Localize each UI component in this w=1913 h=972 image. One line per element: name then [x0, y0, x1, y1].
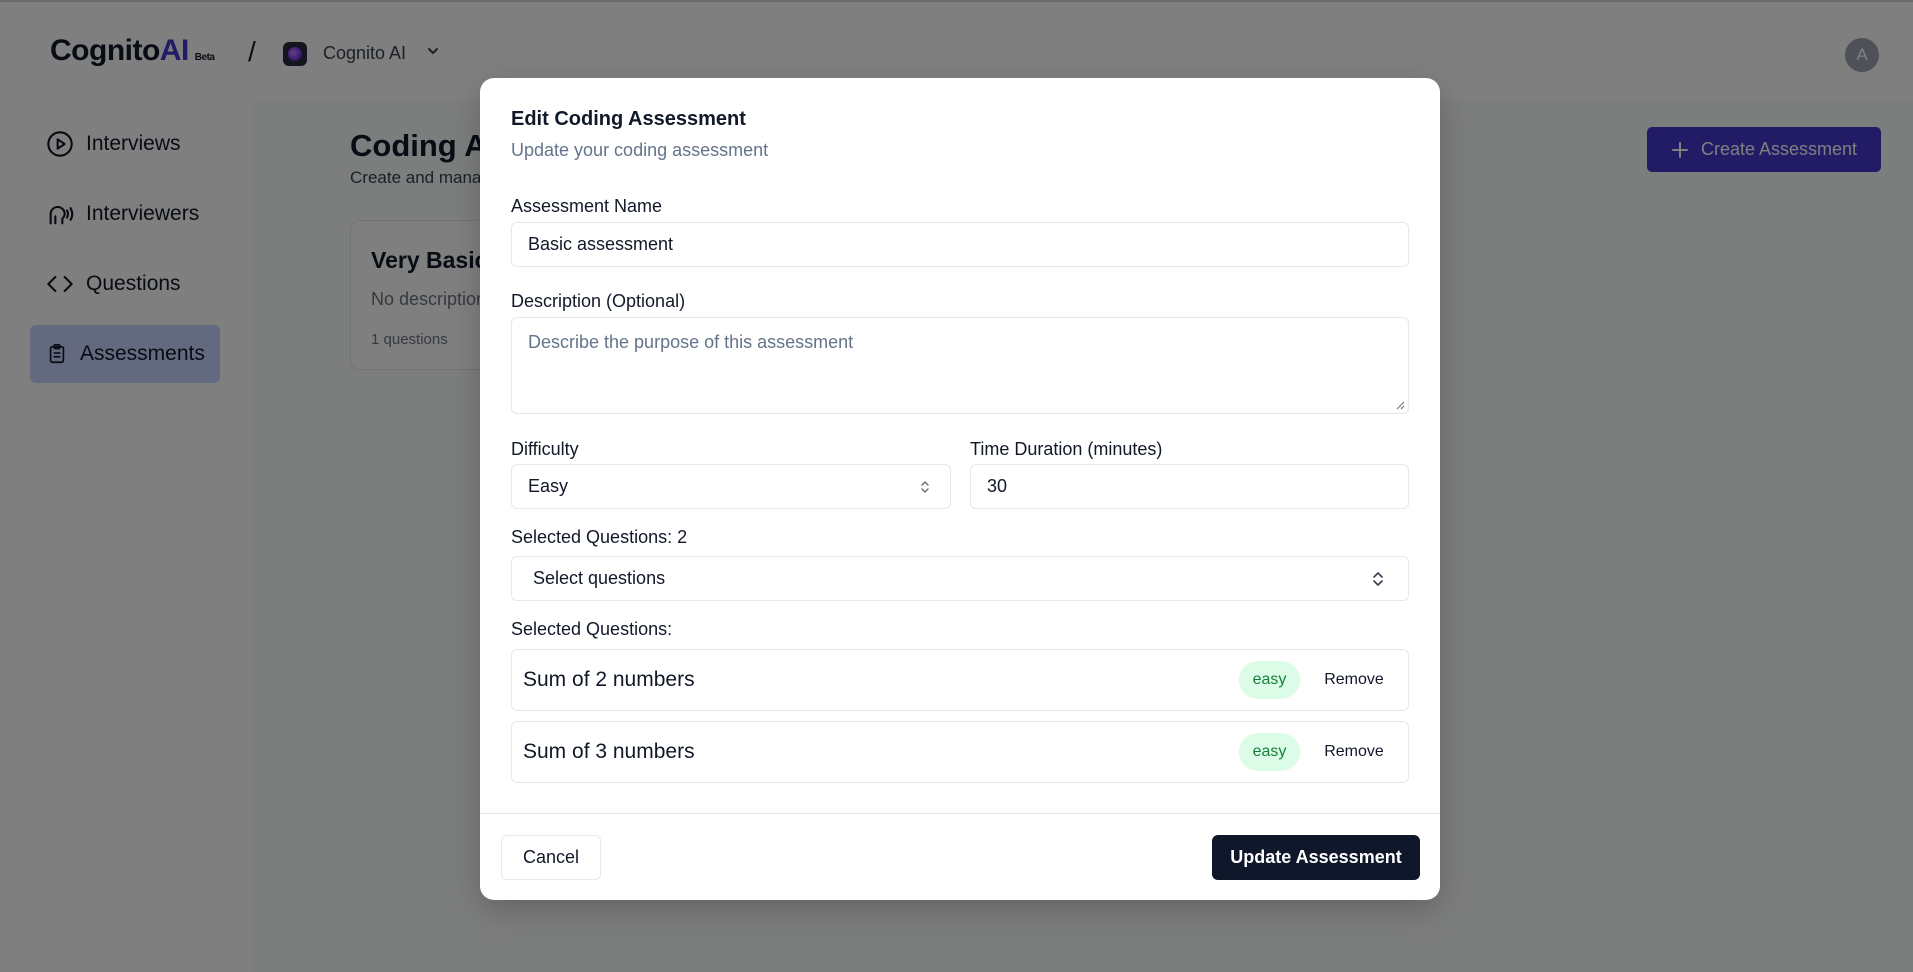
dialog-footer-divider	[480, 813, 1440, 814]
edit-assessment-dialog: Edit Coding Assessment Update your codin…	[480, 78, 1440, 900]
selected-count-label: Selected Questions: 2	[511, 527, 688, 547]
description-textarea[interactable]: Describe the purpose of this assessment	[511, 317, 1409, 414]
difficulty-badge: easy	[1239, 733, 1300, 771]
duration-label: Time Duration (minutes)	[970, 439, 1163, 459]
assessment-name-input[interactable]: Basic assessment	[511, 222, 1409, 267]
update-assessment-button[interactable]: Update Assessment	[1212, 835, 1420, 880]
question-name: Sum of 2 numbers	[523, 668, 695, 691]
difficulty-select[interactable]: Easy	[511, 464, 951, 509]
difficulty-value: Easy	[528, 476, 569, 496]
selected-questions-label: Selected Questions:	[511, 619, 673, 639]
description-label: Description (Optional)	[511, 291, 686, 311]
dialog-title: Edit Coding Assessment	[511, 108, 746, 130]
select-questions-dropdown[interactable]: Select questions	[511, 556, 1409, 601]
duration-input[interactable]: 30	[970, 464, 1409, 509]
assessment-name-label: Assessment Name	[511, 196, 663, 216]
duration-value: 30	[987, 476, 1008, 496]
select-questions-placeholder: Select questions	[533, 568, 666, 588]
remove-question-button[interactable]: Remove	[1312, 661, 1396, 699]
question-name: Sum of 3 numbers	[523, 740, 695, 763]
selected-question-row: Sum of 2 numbers easy Remove	[511, 649, 1409, 711]
description-placeholder: Describe the purpose of this assessment	[528, 332, 854, 352]
resize-handle-icon[interactable]	[1396, 401, 1405, 410]
assessment-name-value: Basic assessment	[528, 234, 674, 254]
chevrons-up-down-icon	[1373, 572, 1383, 586]
dialog-subtitle: Update your coding assessment	[511, 140, 769, 160]
selected-question-row: Sum of 3 numbers easy Remove	[511, 721, 1409, 783]
difficulty-badge: easy	[1239, 661, 1300, 699]
chevrons-up-down-icon	[921, 481, 929, 493]
remove-question-button[interactable]: Remove	[1312, 733, 1396, 771]
difficulty-label: Difficulty	[511, 439, 579, 459]
cancel-button[interactable]: Cancel	[501, 835, 601, 880]
